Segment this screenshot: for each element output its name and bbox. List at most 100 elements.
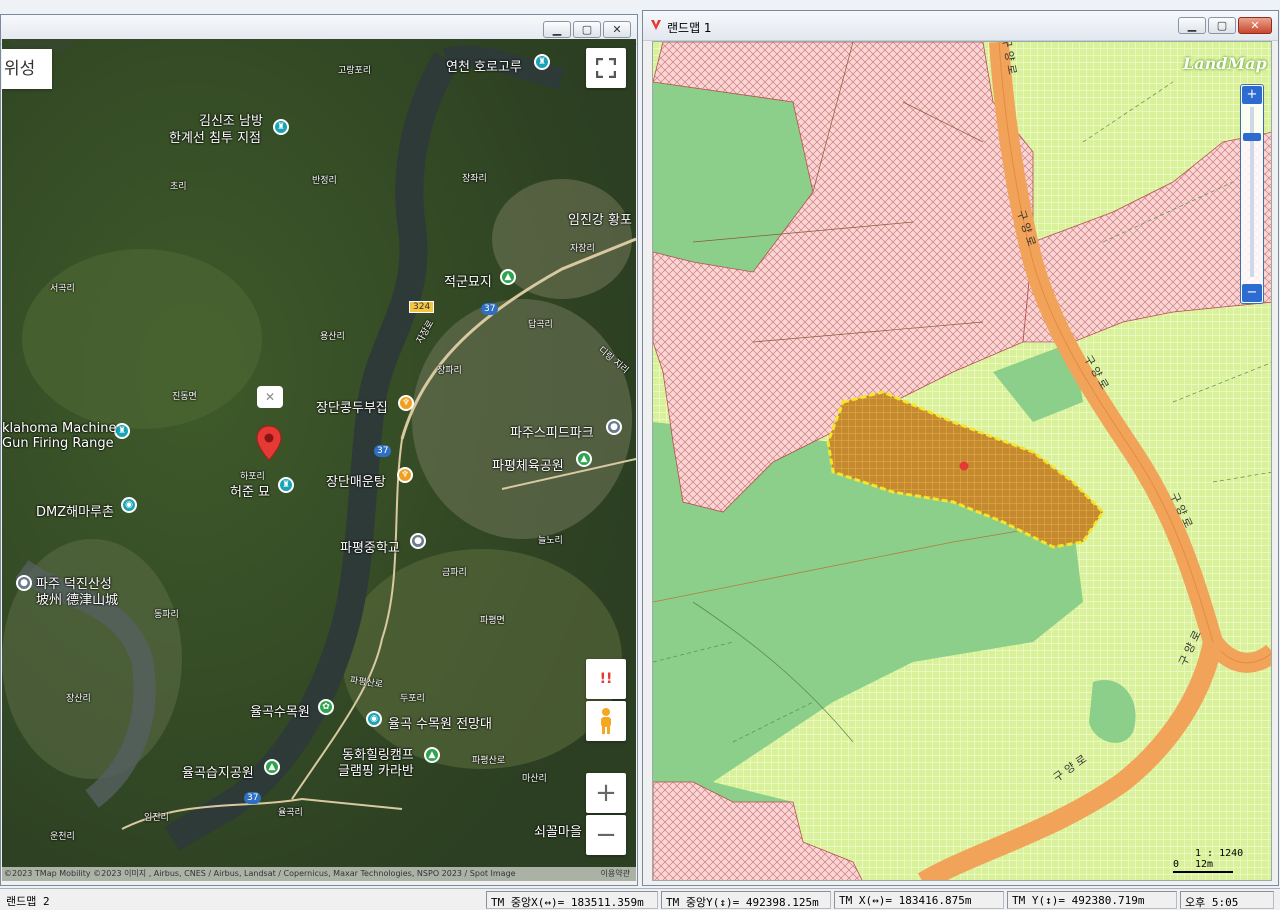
label-deokjin-fortress-hanja[interactable]: 坡州 德津山城 (36, 589, 118, 608)
zoom-in-button[interactable]: + (1242, 86, 1262, 104)
landmap-app-icon (651, 20, 661, 30)
route-shield-37-c: 37 (244, 792, 262, 804)
scale-bar-start: 0 (1173, 859, 1180, 870)
label-seogok-ri: 서곡리 (50, 284, 75, 294)
label-gorangpo-ri: 고랑포리 (338, 66, 372, 76)
fullscreen-icon (596, 58, 616, 78)
label-jangpa-ri: 장파리 (437, 366, 462, 376)
right-titlebar: 랜드맵 1 ▁ ▢ ✕ (643, 11, 1278, 41)
scale-bar-end: 12m (1195, 859, 1214, 870)
label-oklahoma[interactable]: klahoma Machine (2, 421, 116, 436)
location-marker[interactable] (256, 425, 282, 461)
label-imjingang[interactable]: 임진강 황포 (568, 209, 632, 228)
label-geumpa-ri: 금파리 (442, 568, 467, 578)
window-title: 랜드맵 1 (667, 21, 712, 35)
label-masan-ri: 마산리 (522, 774, 547, 784)
scale-bar: 0 12m (1173, 859, 1243, 873)
maximize-button[interactable]: ▢ (573, 21, 601, 38)
map-type-button[interactable]: 위성 (2, 49, 52, 89)
scale-bar-line (1173, 871, 1233, 873)
label-donghwa-camp-2[interactable]: 글램핑 카라반 (338, 760, 414, 779)
scale-ratio: 1 : 1240 (1195, 848, 1244, 859)
poi-icon-castle[interactable]: ♜ (273, 119, 289, 135)
maximize-button[interactable]: ▢ (1208, 17, 1236, 34)
label-paju-speedpark[interactable]: 파주스피드파크 (510, 422, 594, 441)
left-window-controls: ▁ ▢ ✕ (543, 21, 631, 38)
terms-link[interactable]: 이용약관 (601, 867, 630, 881)
label-oklahoma-2[interactable]: Gun Firing Range (2, 436, 114, 451)
label-kimsinjo-2[interactable]: 한계선 침투 지점 (169, 127, 261, 146)
poi-icon-flower[interactable]: ✿ (318, 699, 334, 715)
pegman-icon (601, 708, 611, 734)
label-jangdan-maeuntang[interactable]: 장단매운탕 (326, 471, 386, 490)
right-window-controls: ▁ ▢ ✕ (1178, 17, 1272, 34)
label-yulgok-wetland[interactable]: 율곡습지공원 (182, 762, 254, 781)
satellite-map[interactable]: 위성 ✕ ♜ ♜ ▲ ♆ ♜ ● ♜ ♆ ▲ ◉ ● ● ✿ ◉ ▲ ▲ 연천 … (2, 39, 636, 881)
zoom-out-button[interactable]: − (1242, 284, 1262, 302)
marker-close-callout[interactable]: ✕ (257, 386, 283, 408)
selected-point (959, 461, 969, 471)
label-papyeongsan-ro-b: 파평산로 (472, 756, 506, 766)
minimize-button[interactable]: ▁ (543, 21, 571, 38)
poi-icon-place[interactable]: ● (410, 533, 426, 549)
label-banjeong-ri: 반정리 (312, 176, 337, 186)
label-dmz-haemaru[interactable]: DMZ해마루촌 (36, 501, 114, 520)
close-button[interactable]: ✕ (1238, 17, 1272, 34)
map-pin-icon (256, 425, 282, 461)
label-uncheon-ri: 운천리 (50, 832, 75, 842)
label-papyeong-myeon: 파평면 (480, 616, 505, 626)
label-heojun-tomb[interactable]: 허준 묘 (230, 481, 270, 500)
alert-button[interactable]: !! (586, 659, 626, 699)
poi-icon-tree[interactable]: ▲ (576, 451, 592, 467)
label-neulno-ri: 늘노리 (538, 536, 563, 546)
close-button[interactable]: ✕ (603, 21, 631, 38)
minimize-button[interactable]: ▁ (1178, 17, 1206, 34)
landmap-window: 랜드맵 1 ▁ ▢ ✕ 구 양 로 구 양 로 구 양 로 구 양 로 구 양 … (642, 10, 1279, 886)
label-soekkol-village[interactable]: 쇠꼴마을 (534, 821, 582, 840)
label-dapgok-ri: 답곡리 (528, 320, 553, 330)
poi-icon-restaurant[interactable]: ♆ (397, 467, 413, 483)
landmap-cadastral-map[interactable]: 구 양 로 구 양 로 구 양 로 구 양 로 구 양 로 구 양 로 Land… (652, 41, 1272, 881)
label-yongsan-ri: 용산리 (320, 332, 345, 342)
poi-icon-tent[interactable]: ▲ (424, 747, 440, 763)
route-shield-324: 324 (409, 301, 435, 313)
label-jangdan-tofu[interactable]: 장단콩두부집 (316, 397, 388, 416)
zoom-out-button[interactable]: − (586, 815, 626, 855)
label-yeoncheon-horogoru[interactable]: 연천 호로고루 (446, 56, 522, 75)
status-clock: 오후 5:05 (1180, 891, 1274, 909)
label-cho-ri: 초리 (170, 182, 187, 192)
status-bar: 랜드맵 2 TM 중앙X(↔)= 183511.359m TM 중앙Y(↕)= … (0, 888, 1280, 910)
attribution-text: ©2023 TMap Mobility ©2023 이미지 , Airbus, … (4, 869, 516, 878)
satellite-map-window: ▁ ▢ ✕ 위성 ✕ ♜ ♜ ▲ ♆ ♜ ● ♜ ♆ ▲ ◉ ● ● ✿ ◉ ▲… (0, 14, 638, 886)
label-yulgok-arboretum[interactable]: 율곡수목원 (250, 701, 310, 720)
map-attribution: ©2023 TMap Mobility ©2023 이미지 , Airbus, … (2, 867, 636, 881)
label-enemy-cemetery[interactable]: 적군묘지 (444, 271, 492, 290)
poi-icon-place[interactable]: ● (606, 419, 622, 435)
status-tm-center-y: TM 중앙Y(↕)= 492398.125m (661, 891, 831, 909)
poi-icon-tree[interactable]: ▲ (264, 759, 280, 775)
zoom-slider[interactable]: + − (1240, 84, 1264, 304)
poi-icon-castle[interactable]: ♜ (534, 54, 550, 70)
label-dongpa-ri: 동파리 (154, 610, 179, 620)
route-shield-37: 37 (481, 303, 499, 315)
cadastral-map-canvas (653, 42, 1271, 880)
status-tm-y: TM Y(↕)= 492380.719m (1007, 891, 1177, 909)
poi-icon-restaurant[interactable]: ♆ (398, 395, 414, 411)
poi-icon-castle[interactable]: ♜ (278, 477, 294, 493)
label-yulgok-observatory[interactable]: 율곡 수목원 전망대 (388, 713, 492, 732)
label-papyeong-middle[interactable]: 파평중학교 (340, 537, 400, 556)
landmap-logo: LandMap (1183, 54, 1267, 73)
map-scale: 1 : 1240 0 12m (1173, 848, 1243, 873)
label-jangjwa-ri: 장좌리 (462, 174, 487, 184)
fullscreen-button[interactable] (586, 48, 626, 88)
status-tm-x: TM X(↔)= 183416.875m (834, 891, 1004, 909)
pegman-button[interactable] (586, 701, 626, 741)
route-shield-37-b: 37 (374, 445, 392, 457)
label-papyeong-park[interactable]: 파평체육공원 (492, 455, 564, 474)
poi-icon-place[interactable]: ● (16, 575, 32, 591)
poi-icon-camera[interactable]: ◉ (121, 497, 137, 513)
zoom-in-button[interactable]: + (586, 773, 626, 813)
poi-icon-tree[interactable]: ▲ (500, 269, 516, 285)
poi-icon-camera[interactable]: ◉ (366, 711, 382, 727)
zoom-thumb[interactable] (1243, 133, 1261, 141)
